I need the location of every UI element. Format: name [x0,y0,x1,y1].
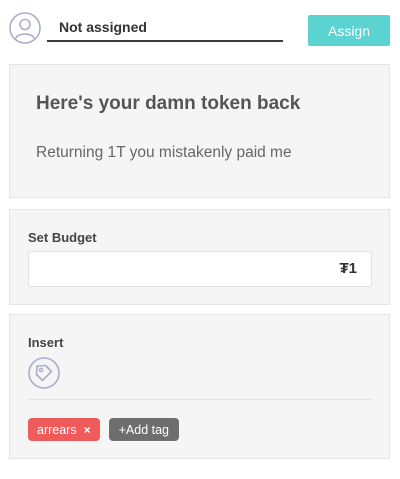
tag-label: arrears [37,422,77,437]
tag-icon[interactable] [28,357,60,389]
assign-button[interactable]: Assign [308,15,390,46]
assignee-text: Not assigned [59,19,147,35]
insert-label: Insert [28,335,64,350]
task-description[interactable]: Returning 1T you mistakenly paid me [36,144,292,162]
assignee-field[interactable]: Not assigned [47,16,283,42]
task-title-card: Here's your damn token back Returning 1T… [9,64,390,198]
budget-input[interactable]: ₮1 [28,251,372,287]
budget-value: ₮1 [339,260,357,277]
tag-chip-arrears[interactable]: arrears × [28,418,100,441]
user-avatar-icon[interactable] [9,12,41,44]
task-panel: Not assigned Assign Here's your damn tok… [0,0,400,479]
insert-card: Insert arrears × +Add tag [9,314,390,459]
add-tag-button[interactable]: +Add tag [108,418,179,441]
header: Not assigned Assign [0,0,400,60]
budget-label: Set Budget [28,230,97,245]
divider [28,399,372,400]
budget-card: Set Budget ₮1 [9,209,390,305]
task-title[interactable]: Here's your damn token back [36,93,300,115]
remove-tag-icon[interactable]: × [84,423,91,437]
tag-list: arrears × +Add tag [28,418,179,441]
